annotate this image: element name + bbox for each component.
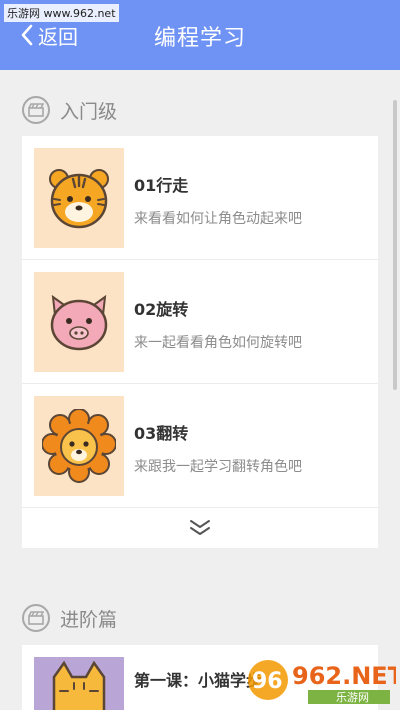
lion-icon: [42, 409, 116, 483]
cat-icon: [52, 660, 106, 710]
lesson-description: 来跟我一起学习翻转角色吧: [134, 459, 302, 475]
page-title: 编程学习: [153, 26, 246, 51]
lesson-title: 02旋转: [134, 300, 189, 319]
double-chevron-down-icon: [190, 520, 210, 535]
section-header-beginner: 入门级: [22, 94, 117, 126]
pig-icon: [50, 294, 108, 351]
clapperboard-icon: [22, 604, 50, 632]
section-title-advanced: 进阶篇: [60, 608, 118, 631]
section-header-advanced: 进阶篇: [22, 602, 117, 634]
lesson-title: 第一课：小猫学步: [134, 671, 263, 690]
lesson-thumbnail: [34, 396, 124, 496]
lesson-item-flip[interactable]: 03翻转 来跟我一起学习翻转角色吧: [22, 384, 378, 508]
lesson-thumbnail: [34, 272, 124, 372]
lesson-description: 来看看如何让角色动起来吧: [134, 211, 302, 227]
watermark-text: 乐游网 www.962.net: [4, 4, 119, 22]
logo-text: 962.NET: [292, 662, 396, 690]
logo-subtext: 乐游网: [336, 691, 369, 704]
section-title-beginner: 入门级: [60, 100, 118, 123]
expand-more-button[interactable]: [22, 508, 378, 548]
svg-text:96: 96: [252, 669, 283, 694]
clapperboard-icon: [22, 96, 50, 124]
lesson-description: 来一起看看角色如何旋转吧: [134, 335, 302, 351]
lesson-list-beginner: 01行走 来看看如何让角色动起来吧 02旋转 来一起看看角色如何旋转吧 03翻转…: [22, 136, 378, 548]
tiger-icon: [49, 169, 109, 229]
lesson-title: 01行走: [134, 176, 189, 195]
lesson-thumbnail: [34, 148, 124, 248]
lesson-thumbnail: [34, 657, 124, 710]
962-net-logo: 96 962.NET 乐游网: [248, 660, 396, 704]
scrollbar[interactable]: [393, 100, 397, 390]
lesson-title: 03翻转: [134, 424, 189, 443]
lesson-item-walk[interactable]: 01行走 来看看如何让角色动起来吧: [22, 136, 378, 260]
lesson-item-rotate[interactable]: 02旋转 来一起看看角色如何旋转吧: [22, 260, 378, 384]
